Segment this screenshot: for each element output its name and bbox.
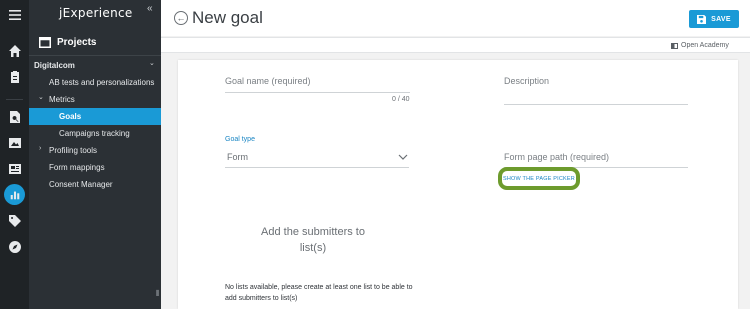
page-title: New goal <box>192 8 263 27</box>
goal-form: Goal name (required) 0 / 40 Description … <box>178 60 738 309</box>
sidebar-item-digitalcom[interactable]: Digitalcom ⌄ <box>29 57 161 74</box>
form-page-path-label: Form page path (required) <box>504 152 610 162</box>
add-submitters-heading: Add the submitters to list(s) <box>261 226 365 254</box>
sidebar-item-label: Goals <box>59 112 82 121</box>
book-icon <box>671 42 678 49</box>
chevron-down-icon: ⌄ <box>38 94 44 101</box>
description-input[interactable] <box>504 104 688 105</box>
goal-name-counter: 0 / 40 <box>392 96 410 103</box>
sub-header: Open Academy <box>161 37 750 53</box>
projects-header[interactable]: Projects <box>29 30 161 56</box>
sidebar-item-label: Digitalcom <box>34 61 75 70</box>
sidebar-item-label: Campaigns tracking <box>59 129 130 138</box>
sidebar-item-profiling-tools[interactable]: › Profiling tools <box>29 142 161 159</box>
sidebar-item-form-mappings[interactable]: Form mappings <box>29 159 161 176</box>
sidebar-item-consent-manager[interactable]: Consent Manager <box>29 176 161 193</box>
app-logo: jExperience <box>59 6 133 20</box>
floppy-disk-icon <box>697 14 707 24</box>
sidebar-item-label: Profiling tools <box>49 146 98 155</box>
sidebar-item-label: Metrics <box>49 95 75 104</box>
icon-rail <box>0 0 29 309</box>
back-arrow-icon[interactable]: ← <box>174 11 188 25</box>
projects-label: Projects <box>57 37 97 48</box>
show-page-picker-button[interactable]: SHOW THE PAGE PICKER <box>498 167 580 190</box>
collapse-sidebar-icon[interactable]: « <box>147 3 153 14</box>
sidebar-item-metrics[interactable]: ⌄ Metrics <box>29 91 161 108</box>
menu-icon[interactable] <box>6 6 23 23</box>
sidebar-item-ab-tests[interactable]: AB tests and personalizations <box>29 74 161 91</box>
save-button[interactable]: SAVE <box>689 10 739 28</box>
sidebar-item-goals[interactable]: Goals <box>29 108 161 125</box>
clipboard-icon[interactable] <box>6 68 23 85</box>
open-academy-label: Open Academy <box>681 42 729 49</box>
home-icon[interactable] <box>6 42 23 59</box>
chevron-down-icon: ⌄ <box>149 60 155 67</box>
goal-name-label: Goal name (required) <box>225 76 311 86</box>
sidebar-item-label: Form mappings <box>49 163 105 172</box>
open-academy-link[interactable]: Open Academy <box>671 42 729 49</box>
goal-name-input[interactable] <box>225 92 410 93</box>
sidebar-item-label: AB tests and personalizations <box>49 78 155 87</box>
rail-divider <box>6 99 23 100</box>
goal-type-value[interactable]: Form <box>227 152 248 162</box>
image-icon[interactable] <box>6 134 23 151</box>
analytics-icon[interactable] <box>4 184 25 205</box>
resize-handle[interactable]: ⦀ <box>156 289 160 299</box>
chevron-down-icon[interactable] <box>398 154 408 160</box>
newspaper-icon[interactable] <box>6 160 23 177</box>
compass-icon[interactable] <box>6 238 23 255</box>
chevron-right-icon: › <box>39 145 42 152</box>
no-lists-message: No lists available, please create at lea… <box>225 284 413 302</box>
save-label: SAVE <box>711 15 731 23</box>
sidebar-item-label: Consent Manager <box>49 180 113 189</box>
tag-icon[interactable] <box>6 212 23 229</box>
sidebar-item-campaigns-tracking[interactable]: Campaigns tracking <box>29 125 161 142</box>
sidebar: jExperience « Projects Digitalcom ⌄ AB t… <box>29 0 161 309</box>
goal-type-label: Goal type <box>225 136 255 143</box>
description-label: Description <box>504 76 550 86</box>
document-search-icon[interactable] <box>6 108 23 125</box>
goal-type-select[interactable] <box>225 167 409 168</box>
window-icon <box>39 37 51 48</box>
page-header: ← New goal SAVE <box>161 0 750 36</box>
